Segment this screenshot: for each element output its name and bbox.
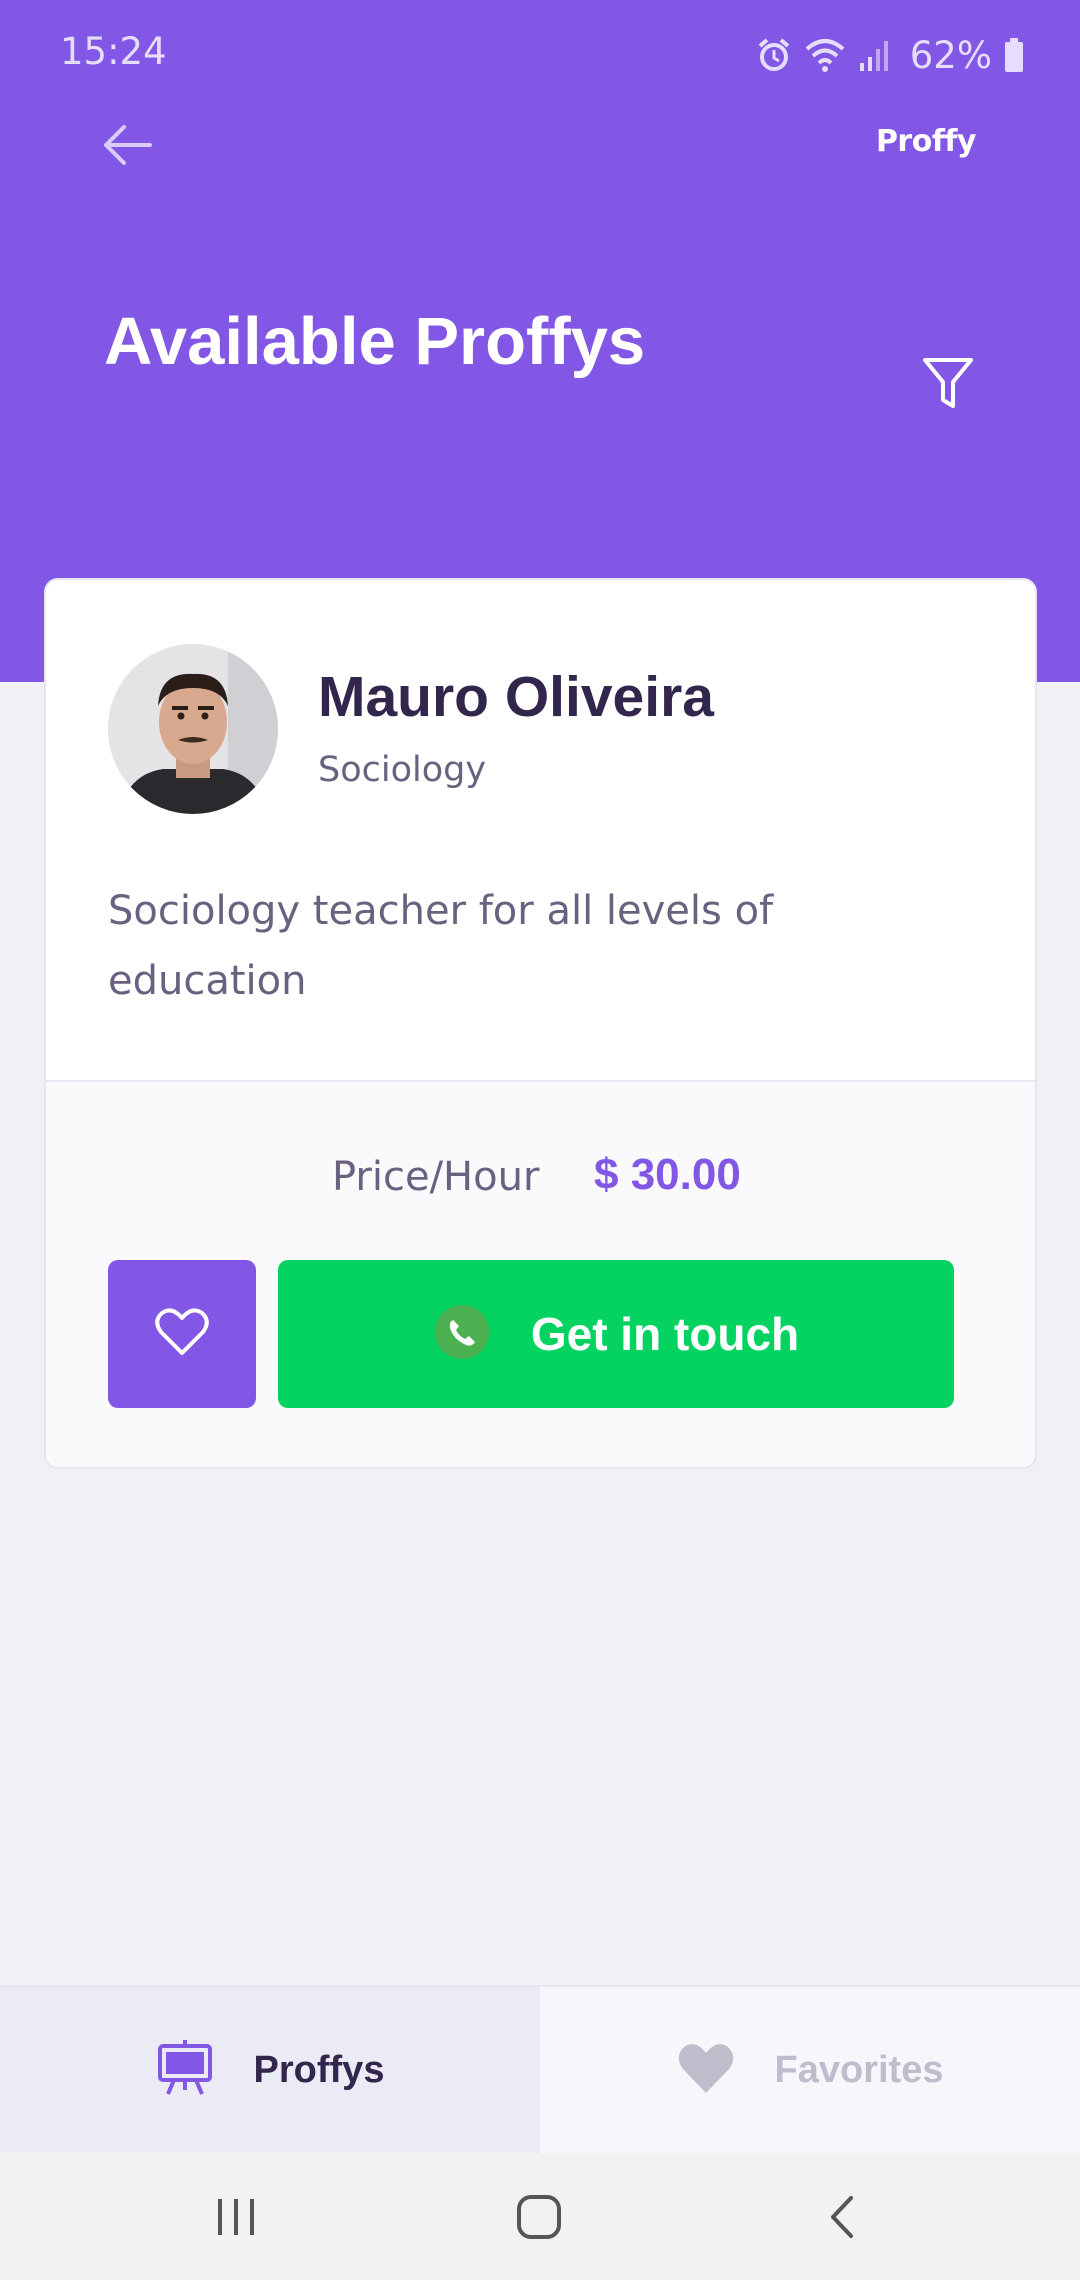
teacher-name: Mauro Oliveira [318, 665, 714, 729]
card-footer: Price/Hour $ 30.00 Get in touch [46, 1080, 1035, 1467]
status-bar: 15:24 62% [0, 0, 1080, 110]
easel-icon [156, 2040, 214, 2100]
status-icons: 62% [756, 30, 1024, 80]
system-back-icon[interactable] [806, 2181, 878, 2253]
heart-icon [677, 2041, 735, 2099]
home-icon[interactable] [503, 2181, 575, 2253]
back-arrow-icon[interactable] [100, 122, 156, 168]
tab-favorites-label: Favorites [774, 2048, 944, 2091]
filter-icon[interactable] [922, 356, 974, 410]
teacher-subject: Sociology [318, 750, 487, 790]
system-nav-bar [0, 2153, 1080, 2280]
price-label: Price/Hour [332, 1154, 540, 1200]
signal-icon [858, 37, 892, 73]
battery-percent: 62% [909, 33, 992, 77]
battery-icon [1004, 38, 1024, 72]
alarm-icon [756, 37, 792, 73]
whatsapp-icon [433, 1303, 491, 1365]
tab-bar: Proffys Favorites [0, 1985, 1080, 2153]
recents-icon[interactable] [200, 2181, 272, 2253]
tab-proffys[interactable]: Proffys [0, 1987, 540, 2153]
tab-proffys-label: Proffys [253, 2048, 385, 2091]
price-value: $ 30.00 [594, 1150, 741, 1199]
favorite-button[interactable] [108, 1260, 256, 1408]
page-title: Available Proffys [104, 304, 646, 379]
get-in-touch-label: Get in touch [530, 1308, 800, 1360]
avatar [108, 644, 278, 814]
get-in-touch-button[interactable]: Get in touch [278, 1260, 954, 1408]
status-time: 15:24 [60, 30, 167, 73]
tab-favorites[interactable]: Favorites [540, 1987, 1080, 2153]
wifi-icon [804, 37, 846, 73]
teacher-bio: Sociology teacher for all levels of educ… [108, 888, 774, 1004]
brand-logo: Proffy [875, 124, 977, 159]
teacher-card: Mauro Oliveira Sociology Sociology teach… [44, 578, 1037, 1469]
heart-outline-icon [155, 1307, 209, 1361]
